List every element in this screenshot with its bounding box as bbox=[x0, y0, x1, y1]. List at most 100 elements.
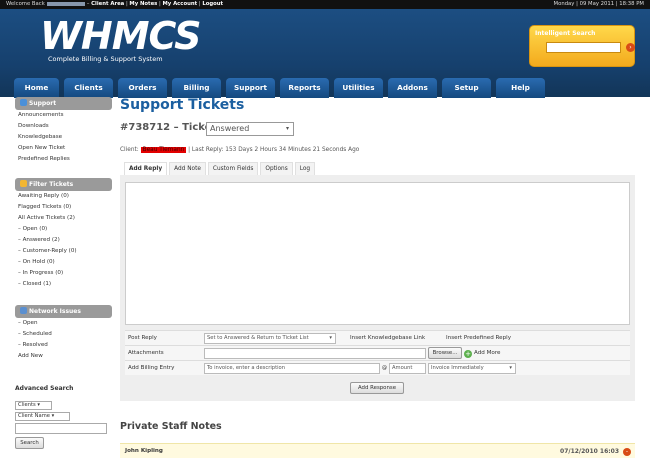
sidebar-item-closed[interactable]: – Closed (1) bbox=[15, 279, 112, 290]
advanced-search-input[interactable] bbox=[15, 423, 107, 434]
support-icon bbox=[20, 99, 27, 106]
sidebar-item-network-open[interactable]: – Open bbox=[15, 318, 112, 329]
sidebar-item-customer-reply[interactable]: – Customer-Reply (0) bbox=[15, 246, 112, 257]
client-line: Client: Beau Tiemann | Last Reply: 153 D… bbox=[120, 147, 359, 153]
post-reply-label: Post Reply bbox=[128, 335, 157, 341]
welcome-text: Welcome Back bbox=[6, 1, 45, 7]
attachments-row: Attachments Browse... + Add More bbox=[125, 345, 630, 360]
sidebar-item-announcements[interactable]: Announcements bbox=[15, 110, 112, 121]
main-nav: Home Clients Orders Billing Support Repo… bbox=[14, 78, 545, 98]
nav-home[interactable]: Home bbox=[14, 78, 59, 98]
filter-box-header: Filter Tickets bbox=[15, 178, 112, 191]
nav-utilities[interactable]: Utilities bbox=[334, 78, 383, 98]
chevron-down-icon: ▾ bbox=[285, 125, 289, 132]
sidebar-item-add-new[interactable]: Add New bbox=[15, 351, 112, 362]
note-item: John Kipling 07/12/2010 16:03 – bbox=[120, 443, 635, 458]
support-title: Support bbox=[29, 100, 57, 107]
sidebar-item-open[interactable]: – Open (0) bbox=[15, 224, 112, 235]
attachments-label: Attachments bbox=[128, 350, 164, 356]
tab-add-reply[interactable]: Add Reply bbox=[124, 162, 168, 175]
invoice-option-select[interactable]: Invoice Immediately ▾ bbox=[428, 363, 516, 374]
nav-orders[interactable]: Orders bbox=[118, 78, 167, 98]
ticket-status-value: Answered bbox=[210, 124, 250, 133]
my-account-link[interactable]: My Account bbox=[163, 1, 198, 7]
add-more-label: Add More bbox=[474, 350, 501, 356]
post-reply-value: Set to Answered & Return to Ticket List bbox=[207, 335, 309, 341]
private-notes-title: Private Staff Notes bbox=[120, 421, 222, 432]
sidebar-item-open-new-ticket[interactable]: Open New Ticket bbox=[15, 143, 112, 154]
my-notes-link[interactable]: My Notes bbox=[129, 1, 157, 7]
sidebar-item-downloads[interactable]: Downloads bbox=[15, 121, 112, 132]
billing-row: Add Billing Entry To invoice, enter a de… bbox=[125, 360, 630, 375]
intelligent-search: Intelligent Search › bbox=[529, 25, 635, 67]
delete-icon[interactable]: – bbox=[623, 448, 631, 456]
arrow-right-icon[interactable]: › bbox=[626, 43, 635, 52]
nav-help[interactable]: Help bbox=[496, 78, 545, 98]
chevron-down-icon: ▾ bbox=[509, 365, 512, 371]
ticket-status-select[interactable]: Answered ▾ bbox=[206, 122, 294, 136]
sidebar-item-on-hold[interactable]: – On Hold (0) bbox=[15, 257, 112, 268]
logo[interactable]: WHMCS bbox=[40, 17, 201, 55]
sidebar-network: Network Issues – Open – Scheduled – Reso… bbox=[15, 305, 112, 362]
page-title: Support Tickets bbox=[120, 97, 245, 113]
reply-textarea[interactable] bbox=[125, 182, 630, 325]
network-icon bbox=[20, 307, 27, 314]
network-box-header: Network Issues bbox=[15, 305, 112, 318]
attachment-file-input[interactable] bbox=[204, 348, 426, 359]
sidebar-item-knowledgebase[interactable]: Knowledgebase bbox=[15, 132, 112, 143]
sidebar-item-flagged[interactable]: Flagged Tickets (0) bbox=[15, 202, 112, 213]
sidebar-item-in-progress[interactable]: – In Progress (0) bbox=[15, 268, 112, 279]
datetime: Monday | 09 May 2011 | 18:38 PM bbox=[553, 1, 644, 7]
search-input[interactable] bbox=[546, 42, 621, 53]
client-name[interactable]: Beau Tiemann bbox=[140, 147, 187, 153]
sidebar-item-answered[interactable]: – Answered (2) bbox=[15, 235, 112, 246]
search-type-select[interactable]: Clients ▾ bbox=[15, 401, 52, 410]
insert-predefined-reply[interactable]: Insert Predefined Reply bbox=[446, 331, 511, 346]
sidebar-item-awaiting-reply[interactable]: Awaiting Reply (0) bbox=[15, 191, 112, 202]
sidebar-item-all-active[interactable]: All Active Tickets (2) bbox=[15, 213, 112, 224]
search-field-select[interactable]: Client Name ▾ bbox=[15, 412, 70, 421]
post-reply-row: Post Reply Set to Answered & Return to T… bbox=[125, 330, 630, 345]
nav-support[interactable]: Support bbox=[226, 78, 275, 98]
network-title: Network Issues bbox=[29, 308, 81, 315]
tab-add-note[interactable]: Add Note bbox=[169, 162, 206, 175]
post-reply-select[interactable]: Set to Answered & Return to Ticket List ▾ bbox=[204, 333, 336, 344]
reply-panel: Post Reply Set to Answered & Return to T… bbox=[120, 175, 635, 401]
browse-button[interactable]: Browse... bbox=[428, 347, 462, 359]
billing-amount-input[interactable]: Amount bbox=[389, 363, 426, 374]
support-box-header: Support bbox=[15, 97, 112, 110]
client-area-link[interactable]: Client Area bbox=[91, 1, 124, 7]
filter-icon bbox=[20, 180, 27, 187]
header: WHMCS Complete Billing & Support System … bbox=[0, 9, 650, 98]
at-icon: @ bbox=[382, 365, 387, 371]
nav-billing[interactable]: Billing bbox=[172, 78, 221, 98]
filter-title: Filter Tickets bbox=[29, 181, 74, 188]
sidebar-item-resolved[interactable]: – Resolved bbox=[15, 340, 112, 351]
logout-link[interactable]: Logout bbox=[202, 1, 223, 7]
tab-options[interactable]: Options bbox=[260, 162, 293, 175]
advanced-search-title: Advanced Search bbox=[15, 385, 74, 392]
sidebar-item-predefined-replies[interactable]: Predefined Replies bbox=[15, 154, 112, 165]
sidebar-support: Support Announcements Downloads Knowledg… bbox=[15, 97, 112, 165]
chevron-down-icon: ▾ bbox=[329, 335, 332, 341]
billing-description-input[interactable]: To invoice, enter a description bbox=[204, 363, 380, 374]
tab-log[interactable]: Log bbox=[294, 162, 316, 175]
nav-setup[interactable]: Setup bbox=[442, 78, 491, 98]
search-type-value: Clients bbox=[18, 402, 36, 408]
ticket-number: #738712 – Ticket bbox=[120, 122, 217, 133]
search-field-value: Client Name bbox=[18, 413, 50, 419]
tab-custom-fields[interactable]: Custom Fields bbox=[207, 162, 259, 175]
username-mask bbox=[46, 1, 85, 6]
insert-kb-link[interactable]: Insert Knowledgebase Link bbox=[350, 331, 425, 346]
advanced-search-button[interactable]: Search bbox=[15, 437, 44, 449]
sidebar-item-scheduled[interactable]: – Scheduled bbox=[15, 329, 112, 340]
plus-icon: + bbox=[464, 350, 472, 358]
add-response-button[interactable]: Add Response bbox=[350, 382, 404, 394]
add-more-link[interactable]: + Add More bbox=[464, 346, 500, 361]
nav-reports[interactable]: Reports bbox=[280, 78, 329, 98]
nav-addons[interactable]: Addons bbox=[388, 78, 437, 98]
logo-tagline: Complete Billing & Support System bbox=[48, 55, 163, 63]
nav-clients[interactable]: Clients bbox=[64, 78, 113, 98]
note-author: John Kipling bbox=[125, 448, 163, 454]
top-bar: Welcome Back – Client Area | My Notes | M… bbox=[0, 0, 650, 9]
